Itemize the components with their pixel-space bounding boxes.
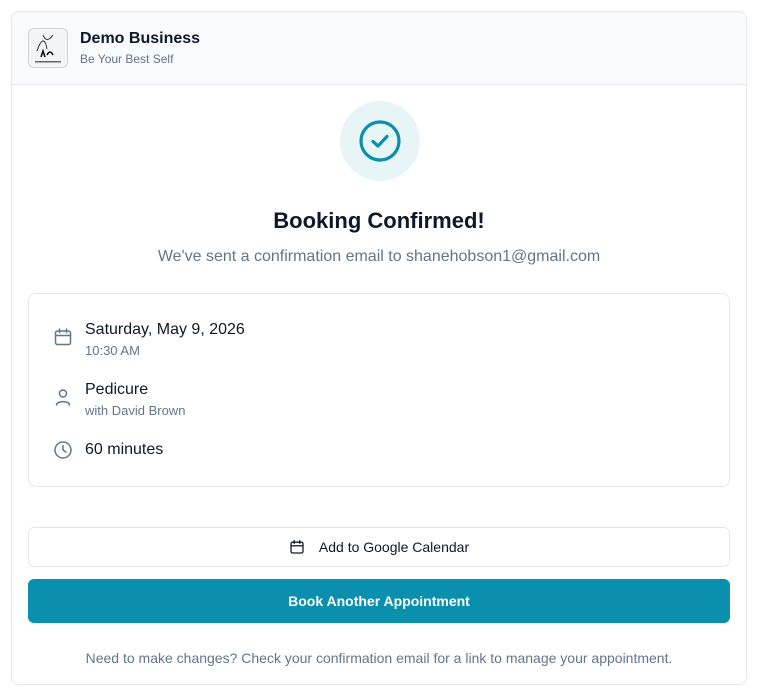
business-tagline: Be Your Best Self	[80, 52, 174, 66]
detail-row-service: Pedicure with David Brown	[53, 380, 185, 420]
user-icon	[55, 389, 71, 406]
calendar-icon	[290, 539, 304, 554]
clock-icon	[54, 441, 72, 459]
success-badge	[340, 101, 420, 181]
confirmation-message: We've sent a confirmation email to shane…	[157, 248, 601, 265]
business-header: Demo Business Be Your Best Self	[12, 12, 746, 85]
detail-row-duration: 60 minutes	[53, 440, 163, 460]
booking-time: 10:30 AM	[85, 343, 140, 358]
manage-appointment-note: Need to make changes? Check your confirm…	[85, 650, 673, 666]
booking-details: Saturday, May 9, 2026 10:30 AM Pedicure …	[28, 293, 730, 487]
calendar-icon	[54, 328, 72, 346]
detail-row-date: Saturday, May 9, 2026 10:30 AM	[53, 320, 245, 360]
business-name: Demo Business	[80, 30, 201, 47]
book-another-label: Book Another Appointment	[288, 593, 470, 609]
add-to-google-calendar-button[interactable]: Add to Google Calendar	[28, 527, 730, 567]
booking-confirmation-card: Demo Business Be Your Best Self Booking …	[11, 11, 747, 685]
booking-date: Saturday, May 9, 2026	[85, 321, 245, 338]
staff-name: with David Brown	[85, 403, 186, 418]
check-circle-icon	[359, 120, 401, 162]
confirmation-title: Booking Confirmed!	[273, 208, 485, 233]
business-logo	[28, 28, 68, 68]
service-name: Pedicure	[85, 381, 149, 398]
book-another-appointment-button[interactable]: Book Another Appointment	[28, 579, 730, 623]
duration: 60 minutes	[85, 441, 164, 458]
add-to-calendar-label: Add to Google Calendar	[318, 539, 470, 555]
